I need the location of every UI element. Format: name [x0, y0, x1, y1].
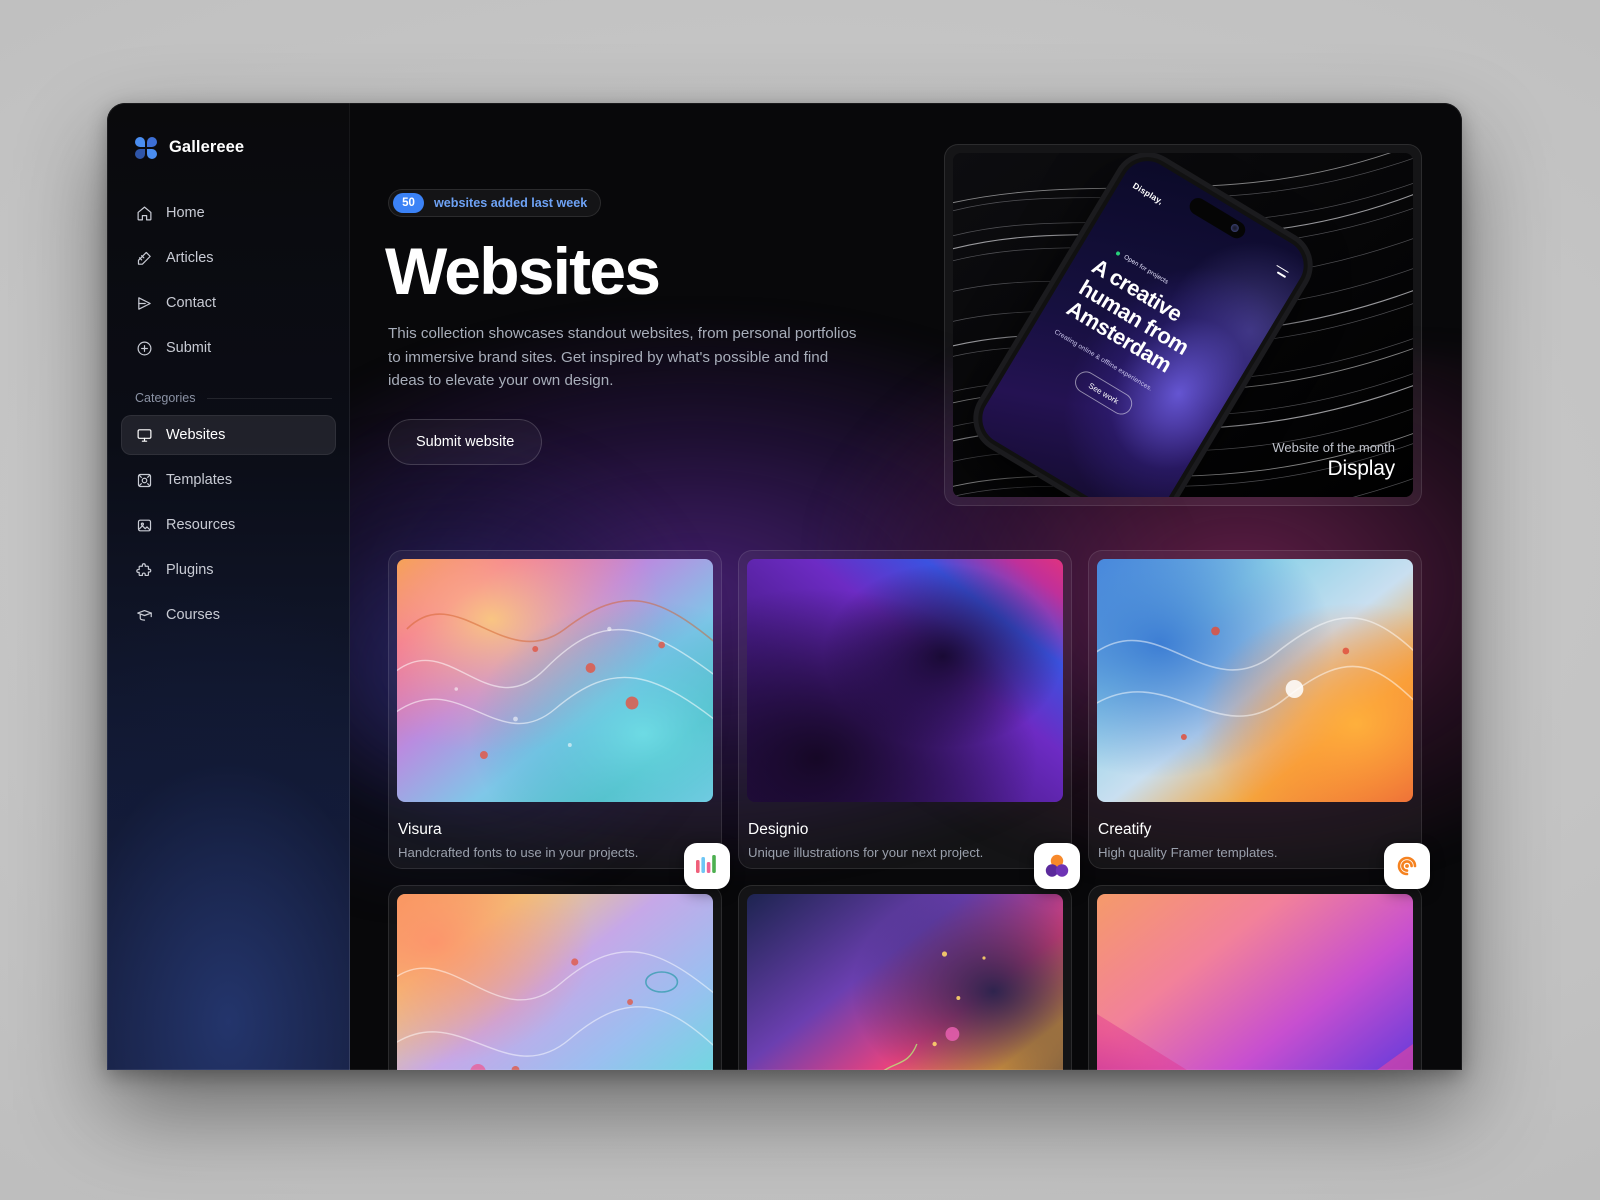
featured-website-card[interactable]: Display, Open for projects A creative hu… — [944, 144, 1422, 506]
monitor-icon — [135, 426, 153, 444]
sidebar-item-websites[interactable]: Websites — [121, 415, 336, 455]
bar-chart-icon — [684, 843, 730, 889]
frame-icon — [135, 471, 153, 489]
sidebar-item-label: Websites — [166, 427, 226, 443]
page-title: Websites — [385, 234, 661, 308]
pencil-lines-icon — [135, 249, 153, 267]
brand-name: Gallereee — [169, 138, 245, 156]
primary-nav: Home Articles Contact Submit — [107, 165, 350, 368]
app-window: Gallereee Home Articles Contact Submit C… — [107, 103, 1462, 1070]
hamburger-menu-icon — [1271, 264, 1289, 281]
clover-logo-icon — [135, 136, 157, 159]
card-title: Designio — [748, 821, 809, 838]
sidebar-item-label: Plugins — [166, 562, 214, 578]
page-description: This collection showcases standout websi… — [388, 325, 857, 390]
badge-count: 50 — [393, 193, 424, 213]
submit-website-button[interactable]: Submit website — [388, 418, 543, 465]
nav-label: Articles — [166, 250, 214, 266]
card-thumbnail — [747, 559, 1063, 802]
sidebar-item-courses[interactable]: Courses — [121, 595, 336, 635]
nav-item-contact[interactable]: Contact — [121, 283, 336, 323]
website-card-visura[interactable]: Visura Handcrafted fonts to use in your … — [388, 550, 730, 889]
image-icon — [135, 516, 153, 534]
sidebar-item-label: Courses — [166, 607, 220, 623]
nav-label: Contact — [166, 295, 216, 311]
three-circles-icon — [1034, 843, 1080, 889]
nav-label: Home — [166, 205, 205, 221]
badge-text: websites added last week — [434, 196, 588, 210]
plus-circle-icon — [135, 339, 153, 357]
puzzle-icon — [135, 561, 153, 579]
featured-meta: Website of the month Display — [1272, 440, 1395, 481]
categories-heading: Categories — [107, 373, 350, 415]
featured-name: Display — [1327, 457, 1396, 480]
card-thumbnail — [1097, 894, 1413, 1070]
nav-item-submit[interactable]: Submit — [121, 328, 336, 368]
brand[interactable]: Gallereee — [107, 103, 350, 165]
website-card-row2-1[interactable] — [388, 885, 722, 1070]
website-card-row2-2[interactable] — [738, 885, 1072, 1070]
card-thumbnail — [397, 559, 713, 802]
card-description: Unique illustrations for your next proje… — [748, 845, 984, 860]
sidebar-item-label: Resources — [166, 517, 236, 533]
divider — [207, 397, 332, 399]
spiral-icon — [1384, 843, 1430, 889]
nav-item-home[interactable]: Home — [121, 193, 336, 233]
phone-site-logo: Display, — [1131, 180, 1166, 207]
sidebar-item-plugins[interactable]: Plugins — [121, 550, 336, 590]
sidebar-item-resources[interactable]: Resources — [121, 505, 336, 545]
categories-nav: Websites Templates Resources Plugins Cou… — [107, 415, 350, 635]
card-description: Handcrafted fonts to use in your project… — [398, 845, 639, 860]
card-title: Visura — [398, 821, 442, 838]
card-title: Creatify — [1098, 821, 1152, 838]
card-thumbnail — [1097, 559, 1413, 802]
send-icon — [135, 294, 153, 312]
website-card-designio[interactable]: Designio Unique illustrations for your n… — [738, 550, 1080, 889]
sidebar-item-label: Templates — [166, 472, 233, 488]
website-card-creatify[interactable]: Creatify High quality Framer templates. — [1088, 550, 1430, 889]
card-thumbnail — [747, 894, 1063, 1070]
home-icon — [135, 204, 153, 222]
website-grid-row-2 — [388, 885, 1422, 1070]
sidebar-item-templates[interactable]: Templates — [121, 460, 336, 500]
main-content: 50 websites added last week Websites Thi… — [350, 103, 1462, 1070]
nav-item-articles[interactable]: Articles — [121, 238, 336, 278]
categories-label: Categories — [135, 391, 196, 405]
card-thumbnail — [397, 894, 713, 1070]
card-description: High quality Framer templates. — [1098, 845, 1278, 860]
featured-kicker: Website of the month — [1272, 440, 1395, 455]
website-grid-row-1: Visura Handcrafted fonts to use in your … — [388, 550, 1430, 889]
graduation-cap-icon — [135, 606, 153, 624]
status-badge: 50 websites added last week — [388, 189, 602, 217]
hero-section: 50 websites added last week Websites Thi… — [385, 103, 1422, 506]
website-card-row2-3[interactable] — [1088, 885, 1422, 1070]
status-dot-icon — [1115, 250, 1122, 256]
nav-label: Submit — [166, 340, 212, 356]
sidebar: Gallereee Home Articles Contact Submit C… — [107, 103, 350, 1070]
